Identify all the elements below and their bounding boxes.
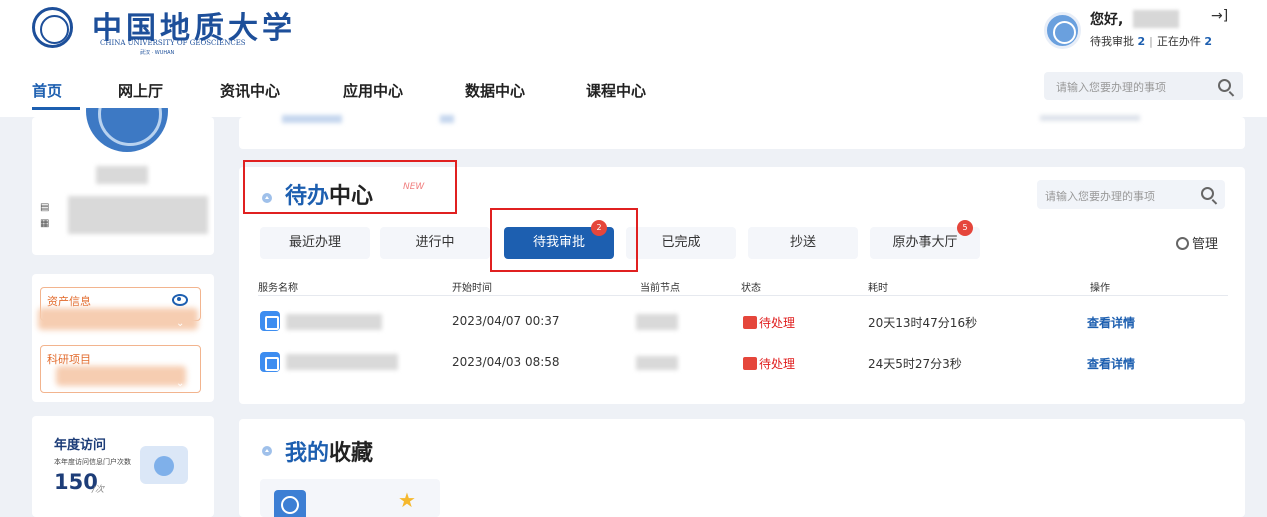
user-avatar[interactable]: [1044, 12, 1081, 49]
pending-status-icon: [743, 316, 757, 329]
id-card-icon: ▤: [40, 202, 50, 213]
research-project-label: 科研项目: [47, 353, 91, 366]
asset-info-redacted: [38, 308, 198, 330]
duration: 20天13时47分16秒: [868, 316, 978, 330]
col-duration: 耗时: [868, 283, 888, 294]
inprogress-label: 正在办件: [1156, 35, 1201, 48]
annual-visit-desc: 本年度访问信息门户次数: [54, 458, 131, 466]
tab-cc[interactable]: 抄送: [748, 227, 858, 259]
service-name-redacted[interactable]: [286, 314, 382, 330]
todo-search-input[interactable]: 请输入您要办理的事项: [1037, 180, 1225, 209]
chevron-down-icon[interactable]: ⌄: [176, 378, 184, 389]
chevron-down-icon[interactable]: ⌄: [176, 318, 184, 329]
col-service-name: 服务名称: [258, 283, 298, 294]
header-stats: 待我审批 2 | 正在办件 2: [1090, 35, 1213, 48]
pending-approval-link[interactable]: 待我审批 2: [1090, 35, 1145, 48]
col-status: 状态: [741, 283, 761, 294]
todo-search-placeholder: 请输入您要办理的事项: [1045, 190, 1155, 203]
user-name-redacted: [96, 166, 148, 184]
department-icon: ▦: [40, 218, 50, 229]
pending-approval-count: 2: [1137, 35, 1146, 48]
header-search-input[interactable]: 请输入您要办理的事项: [1044, 72, 1243, 100]
old-service-hall-badge: 5: [957, 220, 973, 236]
col-start-time: 开始时间: [452, 283, 492, 294]
header-search-placeholder: 请输入您要办理的事项: [1056, 81, 1166, 94]
annotation-highlight-box: [243, 160, 457, 214]
status-badge: 待处理: [743, 355, 795, 372]
status-badge: 待处理: [743, 314, 795, 331]
nav-app-center[interactable]: 应用中心: [343, 80, 403, 101]
university-name-en: CHINA UNIVERSITY OF GEOSCIENCES: [100, 39, 246, 47]
greeting-text: 您好,: [1090, 12, 1124, 28]
top-panel-redacted: [282, 115, 342, 123]
service-name-redacted[interactable]: [286, 354, 398, 370]
tab-completed[interactable]: 已完成: [626, 227, 736, 259]
username-redacted: [1133, 10, 1179, 28]
gear-icon: [1176, 237, 1189, 250]
nav-data-center[interactable]: 数据中心: [465, 80, 525, 101]
start-time: 2023/04/07 00:37: [452, 314, 560, 328]
logout-icon[interactable]: →]: [1211, 8, 1228, 24]
table-divider: [258, 295, 1228, 296]
inprogress-count: 2: [1204, 35, 1213, 48]
start-time: 2023/04/03 08:58: [452, 355, 560, 369]
col-action: 操作: [1090, 283, 1110, 294]
service-icon: [260, 311, 280, 331]
favorites-title-highlight: 我的: [285, 441, 330, 466]
research-project-redacted: [56, 366, 186, 386]
asset-info-label: 资产信息: [47, 295, 91, 308]
user-info-redacted: [68, 196, 208, 234]
view-details-link[interactable]: 查看详情: [1087, 355, 1135, 372]
eye-icon[interactable]: [172, 294, 188, 306]
duration: 24天5时27分3秒: [868, 357, 962, 371]
tab-recent[interactable]: 最近办理: [260, 227, 370, 259]
pending-approval-label: 待我审批: [1090, 35, 1134, 48]
manage-label: 管理: [1192, 237, 1219, 252]
top-panel-text-redacted: [1040, 115, 1140, 121]
status-text: 待处理: [759, 316, 796, 330]
top-info-panel: [239, 117, 1245, 149]
star-icon[interactable]: ★: [398, 488, 416, 512]
annual-visit-unit: /次: [92, 485, 105, 495]
nav-online-hall[interactable]: 网上厅: [118, 80, 163, 101]
university-emblem-logo[interactable]: [32, 7, 73, 48]
visit-illustration-icon: [140, 446, 188, 484]
university-campus: 武汉 · WUHAN: [140, 50, 175, 56]
tab-in-progress[interactable]: 进行中: [380, 227, 490, 259]
nav-active-indicator: [32, 107, 80, 110]
top-panel-icon-redacted: [440, 115, 454, 123]
favorites-title-rest: 收藏: [329, 441, 374, 466]
nav-home[interactable]: 首页: [32, 80, 62, 101]
status-text: 待处理: [759, 357, 796, 371]
annual-visit-title: 年度访问: [54, 438, 107, 453]
current-node-redacted: [636, 314, 678, 330]
profile-photo: [86, 108, 168, 152]
view-details-link[interactable]: 查看详情: [1087, 314, 1135, 331]
manage-button[interactable]: 管理: [1176, 233, 1218, 252]
service-icon: [260, 352, 280, 372]
current-node-redacted: [636, 356, 678, 370]
nav-course-center[interactable]: 课程中心: [586, 80, 646, 101]
search-icon[interactable]: [1218, 79, 1231, 92]
col-current-node: 当前节点: [640, 283, 680, 294]
search-icon[interactable]: [1201, 187, 1214, 200]
favorites-title: 我的收藏: [285, 435, 373, 467]
collapse-icon[interactable]: [262, 446, 272, 456]
annotation-highlight-box: [490, 208, 638, 272]
pending-status-icon: [743, 357, 757, 370]
nav-news-center[interactable]: 资讯中心: [220, 80, 280, 101]
globe-icon: [274, 490, 306, 517]
inprogress-link[interactable]: 正在办件 2: [1157, 35, 1212, 48]
